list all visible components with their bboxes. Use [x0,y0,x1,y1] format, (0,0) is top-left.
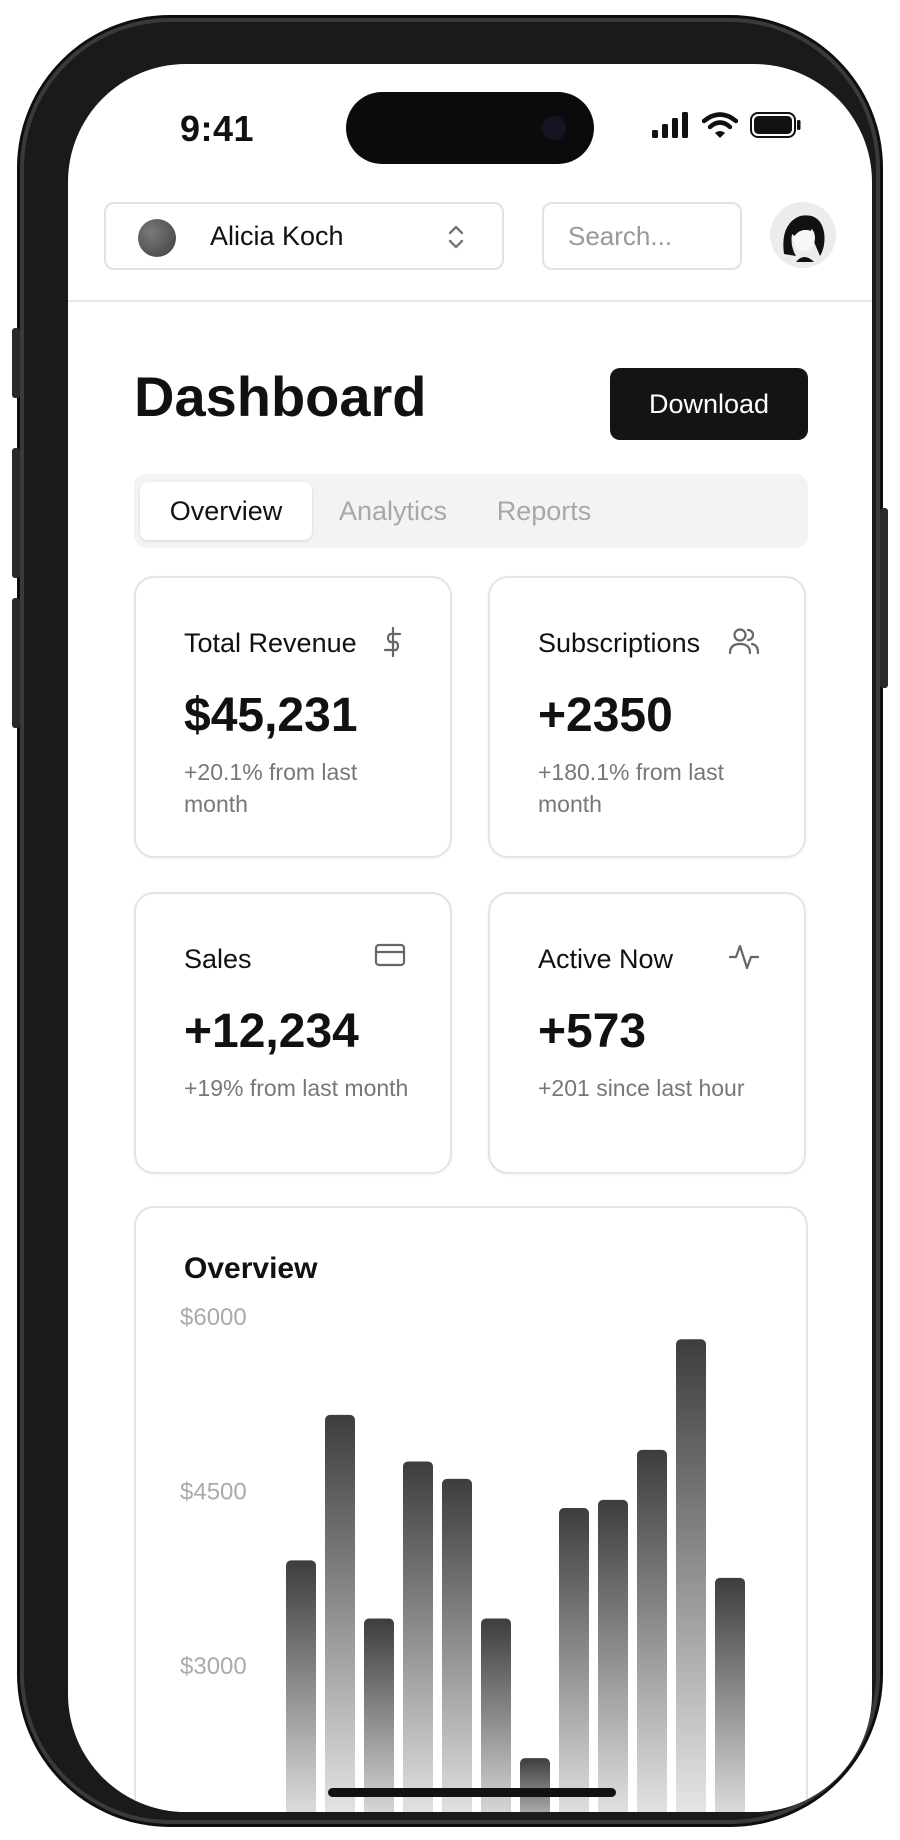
chart-bar [598,1499,628,1812]
stat-card-sales: Sales +12,234 +19% from last month [134,892,452,1174]
stat-note: +20.1% from last month [184,759,358,817]
chart-bar [520,1758,550,1812]
status-time: 9:41 [180,108,255,149]
stat-note: +19% from last month [184,1075,409,1101]
tab-list: Overview Analytics Reports [134,474,808,548]
overview-chart-card: Overview $6000 $4500 $3000 [134,1206,808,1812]
users-icon [728,628,760,655]
stat-label: Total Revenue [184,628,357,658]
search-input[interactable] [542,202,742,270]
stat-card-active-now: Active Now +573 +201 since last hour [488,892,806,1174]
stat-value: $45,231 [184,689,358,742]
stat-note: +180.1% from last month [538,759,725,817]
account-avatar [138,219,176,257]
chart-bar [676,1339,706,1812]
y-tick-label: $3000 [180,1653,247,1680]
battery-icon [750,112,801,138]
signal-icon [652,112,688,138]
stat-card-total-revenue: Total Revenue $45,231 +20.1% from last m… [134,576,452,858]
stat-note: +201 since last hour [538,1075,745,1101]
power-button [880,508,888,688]
avatar-illustration [783,215,825,262]
camera-icon [542,116,566,140]
stat-value: +573 [538,1005,647,1058]
credit-card-icon [374,943,406,967]
top-navigation: Alicia Koch [68,192,872,302]
overview-bar-chart: $6000 $4500 $3000 [180,1304,745,1812]
account-name: Alicia Koch [210,221,344,251]
tab-analytics[interactable]: Analytics [318,482,468,540]
stat-value: +12,234 [184,1005,359,1058]
y-tick-label: $4500 [180,1479,247,1506]
tab-overview[interactable]: Overview [140,482,312,540]
tab-reports[interactable]: Reports [474,482,614,540]
y-tick-label: $6000 [180,1304,247,1331]
status-bar: 9:41 [68,64,872,184]
phone-frame: 9:41 Alicia Koch Search... Dashboard Dow… [12,18,888,1824]
stat-card-subscriptions: Subscriptions +2350 +180.1% from last mo… [488,576,806,858]
status-icons [652,112,802,138]
screen: 9:41 Alicia Koch Search... Dashboard Dow… [68,64,872,1812]
action-button [12,328,20,398]
page-title: Dashboard [134,365,427,428]
dollar-icon [383,626,402,658]
volume-down-button [12,598,20,728]
chart-bar [442,1478,472,1812]
wifi-icon [702,112,738,138]
user-avatar[interactable] [770,202,836,268]
chart-bar [481,1618,511,1812]
chart-bar [559,1508,589,1812]
chevrons-up-down-icon [448,225,464,249]
chart-bar [637,1449,667,1812]
stat-label: Subscriptions [538,628,701,658]
chart-bar [364,1618,394,1812]
chart-bar [325,1414,355,1812]
stat-label: Active Now [538,944,674,974]
download-button[interactable]: Download [610,368,808,440]
chart-bar [715,1577,745,1812]
chart-bar [286,1560,316,1812]
stat-value: +2350 [538,689,673,742]
activity-icon [728,944,760,970]
stat-label: Sales [184,944,252,974]
volume-up-button [12,448,20,578]
chart-bar [403,1461,433,1812]
dynamic-island [346,92,594,164]
account-switcher[interactable]: Alicia Koch [104,202,504,270]
home-indicator [328,1788,616,1797]
